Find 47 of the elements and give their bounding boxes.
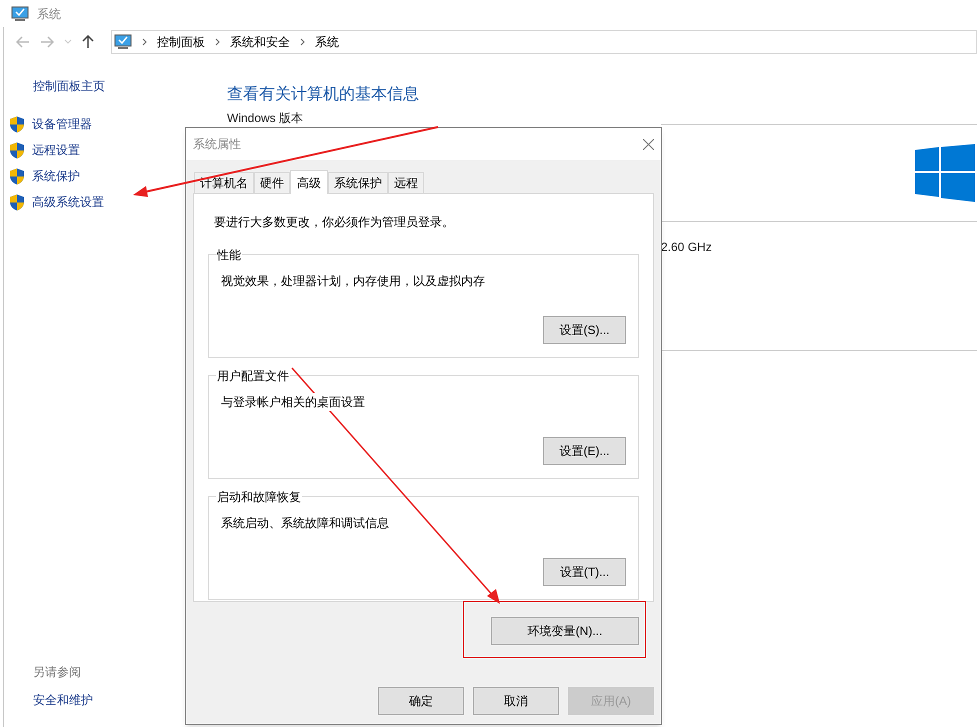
group-description: 视觉效果，处理器计划，内存使用，以及虚拟内存 xyxy=(221,272,485,290)
address-bar[interactable]: 控制面板 系统和安全 系统 xyxy=(111,30,977,54)
chevron-right-icon xyxy=(215,38,220,46)
computer-icon xyxy=(11,6,29,22)
dialog-tab[interactable]: 硬件 xyxy=(254,172,290,193)
dialog-title: 系统属性 xyxy=(193,136,241,153)
environment-variables-button[interactable]: 环境变量(N)... xyxy=(491,617,639,645)
shield-icon xyxy=(9,194,25,210)
shield-icon xyxy=(9,142,25,158)
forward-arrow-icon[interactable] xyxy=(40,36,54,48)
chevron-right-icon xyxy=(142,38,147,46)
dialog-tab[interactable]: 高级 xyxy=(290,170,328,194)
see-also-heading: 另请参阅 xyxy=(33,664,82,681)
window-title: 系统 xyxy=(37,6,61,22)
up-arrow-icon[interactable] xyxy=(82,35,94,49)
sidebar-link[interactable]: 高级系统设置 xyxy=(32,193,104,211)
shield-icon xyxy=(9,168,25,184)
dialog-button[interactable]: 确定 xyxy=(378,687,464,715)
settings-button[interactable]: 设置(T)... xyxy=(543,558,626,586)
page-heading: 查看有关计算机的基本信息 xyxy=(227,84,420,105)
computer-icon xyxy=(114,34,132,50)
settings-button[interactable]: 设置(S)... xyxy=(543,316,626,344)
breadcrumb-item[interactable]: 系统 xyxy=(315,33,339,51)
back-arrow-icon[interactable] xyxy=(16,36,30,48)
windows-logo-icon xyxy=(915,144,975,202)
settings-button[interactable]: 设置(E)... xyxy=(543,437,626,465)
group-title: 性能 xyxy=(216,247,242,263)
group-description: 与登录帐户相关的桌面设置 xyxy=(221,393,365,411)
processor-speed: 2.60 GHz xyxy=(661,239,713,256)
chevron-right-icon xyxy=(300,38,305,46)
admin-note: 要进行大多数更改，你必须作为管理员登录。 xyxy=(214,214,455,231)
dialog-button[interactable]: 取消 xyxy=(473,687,559,715)
sidebar-link[interactable]: 设备管理器 xyxy=(32,115,92,133)
sidebar-link[interactable]: 远程设置 xyxy=(32,141,80,159)
section-heading: Windows 版本 xyxy=(227,111,304,126)
sidebar-link[interactable]: 系统保护 xyxy=(32,167,80,185)
shield-icon xyxy=(9,116,25,132)
dropdown-chevron-icon[interactable] xyxy=(64,39,72,45)
group-title: 用户配置文件 xyxy=(216,368,290,384)
breadcrumb-item[interactable]: 控制面板 xyxy=(157,33,205,51)
group-description: 系统启动、系统故障和调试信息 xyxy=(221,514,389,532)
sidebar-home-link[interactable]: 控制面板主页 xyxy=(33,77,224,95)
close-icon[interactable] xyxy=(643,138,654,150)
group-title: 启动和故障恢复 xyxy=(216,489,302,505)
dialog-tab[interactable]: 系统保护 xyxy=(328,172,388,193)
dialog-tab[interactable]: 远程 xyxy=(388,172,424,193)
breadcrumb-item[interactable]: 系统和安全 xyxy=(230,33,290,51)
